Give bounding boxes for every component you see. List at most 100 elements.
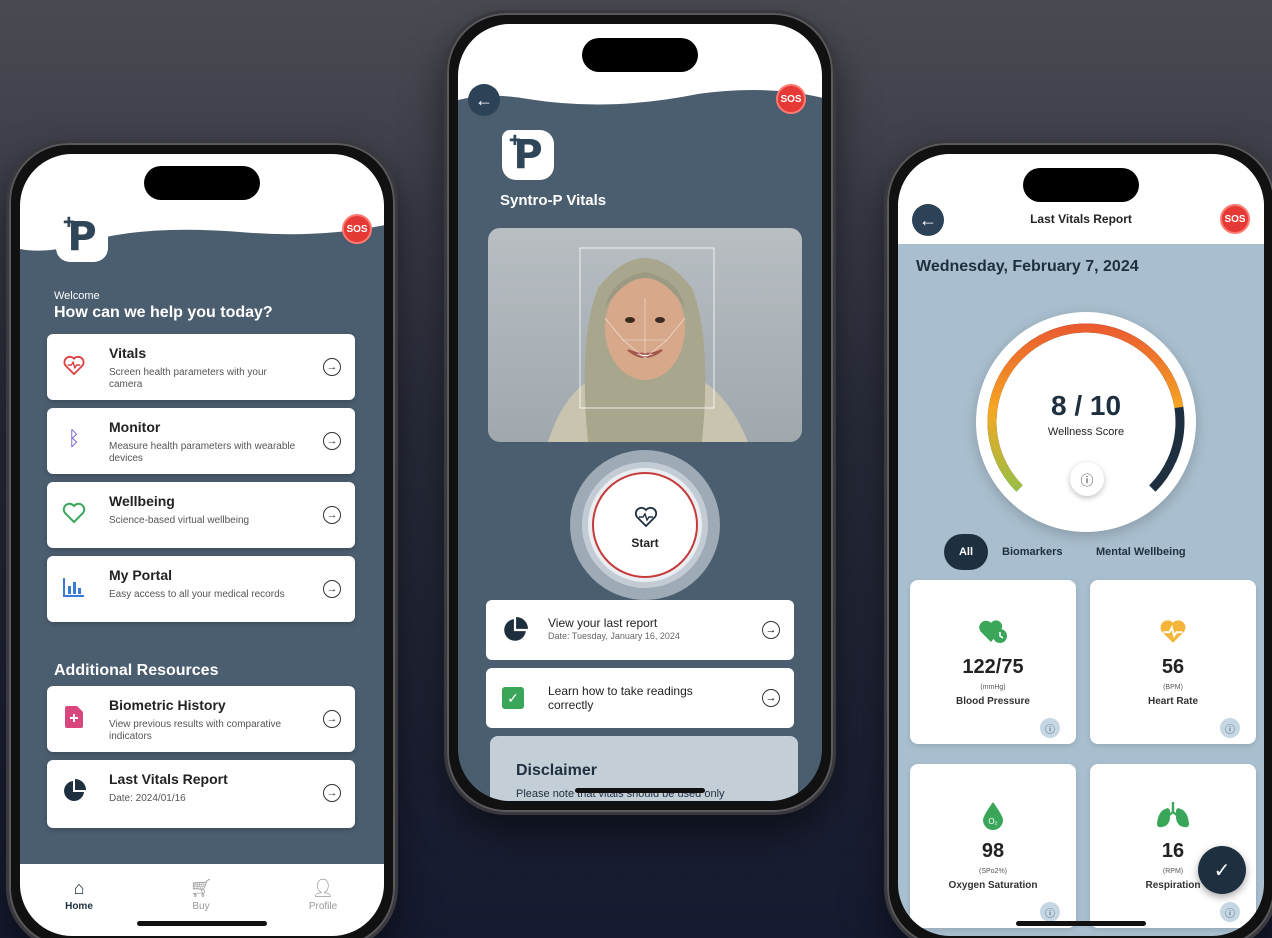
dynamic-island [582, 38, 698, 72]
arrow-right-icon[interactable]: → [323, 580, 341, 598]
info-icon[interactable]: ⓘ [1220, 902, 1240, 922]
arrow-right-icon[interactable]: → [323, 432, 341, 450]
phone-home: SOS ✚ P Welcome How can we help you today… [6, 140, 398, 938]
score-value: 8 / 10 [1050, 390, 1122, 421]
droplet-icon: O₂ [910, 802, 1076, 837]
heart-pulse-icon [1090, 618, 1256, 651]
phone-report: ← Last Vitals Report SOS Wednesday, Febr… [884, 140, 1272, 938]
card-desc: Easy access to all your medical records [109, 589, 285, 600]
card-title: View your last report [548, 616, 658, 630]
cart-icon: 🛒︎ [189, 878, 213, 898]
arrow-right-icon[interactable]: → [762, 689, 780, 707]
phone-vitals: ← SOS ✚ P Syntro-P Vitals Start View you… [444, 10, 836, 815]
card-title: Biometric History [109, 697, 226, 713]
start-button[interactable]: Start [592, 472, 698, 578]
card-title: Monitor [109, 419, 161, 435]
document-plus-icon [61, 704, 87, 730]
card-title: Learn how to take readings correctly [548, 684, 693, 712]
card-desc: Date: Tuesday, January 16, 2024 [548, 631, 680, 641]
tile-value: 98 [981, 840, 1005, 862]
wellbeing-card[interactable]: Wellbeing Science-based virtual wellbein… [47, 482, 355, 548]
svg-text:O₂: O₂ [988, 817, 997, 826]
my-portal-card[interactable]: My Portal Easy access to all your medica… [47, 556, 355, 622]
heart-pulse-icon [634, 506, 658, 533]
report-date: Wednesday, February 7, 2024 [916, 258, 1139, 275]
home-indicator [137, 921, 267, 926]
card-title: My Portal [109, 567, 173, 583]
welcome-text: Welcome [54, 290, 100, 302]
checkbox-icon: ✓ [502, 687, 524, 709]
gauge-track [987, 323, 1185, 521]
card-title: Last Vitals Report [109, 771, 228, 787]
home-indicator [575, 788, 705, 793]
card-desc: View previous results with comparative i… [109, 719, 282, 742]
header-title: Last Vitals Report [1030, 212, 1132, 226]
pie-chart-icon [61, 778, 87, 804]
tab-biomarkers[interactable]: Biomarkers [1002, 546, 1063, 558]
tab-mental-wellbeing[interactable]: Mental Wellbeing [1096, 546, 1186, 558]
heart-rate-tile[interactable]: 56 (BPM) Heart Rate ⓘ [1090, 580, 1256, 744]
last-report-card[interactable]: View your last report Date: Tuesday, Jan… [486, 600, 794, 660]
face-photo [548, 247, 748, 442]
person-icon: 👤︎ [311, 878, 335, 898]
card-desc: Date: 2024/01/16 [109, 793, 186, 804]
dynamic-island [1023, 168, 1139, 202]
info-icon[interactable]: ⓘ [1220, 718, 1240, 738]
vitals-screen: ← SOS ✚ P Syntro-P Vitals Start View you… [458, 24, 822, 801]
info-icon[interactable]: ⓘ [1070, 462, 1104, 496]
nav-profile[interactable]: 👤︎ Profile [288, 878, 358, 912]
home-icon: ⌂ [73, 878, 85, 898]
app-name: Syntro-P Vitals [500, 192, 607, 209]
app-logo: ✚ P [56, 212, 108, 262]
start-ring-outer: Start [570, 450, 720, 600]
arrow-right-icon[interactable]: → [323, 358, 341, 376]
respiration-tile[interactable]: 16 (RPM) Respiration ⓘ [1090, 764, 1256, 928]
report-screen: ← Last Vitals Report SOS Wednesday, Febr… [898, 154, 1264, 936]
tab-all[interactable]: All [944, 534, 988, 570]
tile-label: Oxygen Saturation [948, 880, 1038, 891]
nav-buy[interactable]: 🛒︎ Buy [166, 878, 236, 912]
vitals-card[interactable]: Vitals Screen health parameters with you… [47, 334, 355, 400]
card-desc: Measure health parameters with wearable … [109, 441, 296, 464]
score-label: Wellness Score [1047, 426, 1125, 438]
biometric-history-card[interactable]: Biometric History View previous results … [47, 686, 355, 752]
sos-button[interactable]: SOS [776, 84, 806, 114]
learn-readings-card[interactable]: ✓ Learn how to take readings correctly → [486, 668, 794, 728]
arrow-right-icon[interactable]: → [323, 784, 341, 802]
tile-value: 56 [1161, 656, 1185, 678]
gauge-fill [987, 323, 1185, 521]
tile-unit: (BPM) [1163, 684, 1183, 691]
oxygen-saturation-tile[interactable]: O₂ 98 (SPo2%) Oxygen Saturation ⓘ [910, 764, 1076, 928]
lungs-icon [1090, 802, 1256, 835]
back-button[interactable]: ← [912, 204, 944, 236]
home-indicator [1016, 921, 1146, 926]
card-title: Vitals [109, 345, 147, 361]
info-icon[interactable]: ⓘ [1040, 902, 1060, 922]
disclaimer-title: Disclaimer [516, 762, 597, 779]
fab-check-button[interactable]: ✓ [1198, 846, 1246, 894]
arrow-right-icon[interactable]: → [762, 621, 780, 639]
card-title: Wellbeing [109, 493, 175, 509]
monitor-card[interactable]: ᛒ Monitor Measure health parameters with… [47, 408, 355, 474]
heart-pulse-icon [61, 352, 87, 378]
arrow-right-icon[interactable]: → [323, 506, 341, 524]
camera-preview [488, 228, 802, 442]
arrow-right-icon[interactable]: → [323, 710, 341, 728]
sos-button[interactable]: SOS [342, 214, 372, 244]
start-label: Start [631, 536, 659, 550]
last-vitals-card[interactable]: Last Vitals Report Date: 2024/01/16 → [47, 760, 355, 828]
heart-outline-icon [61, 500, 87, 526]
card-desc: Screen health parameters with your camer… [109, 367, 267, 390]
back-button[interactable]: ← [468, 84, 500, 116]
sos-button[interactable]: SOS [1220, 204, 1250, 234]
bar-chart-icon [61, 574, 87, 600]
dynamic-island [144, 166, 260, 200]
tile-label: Heart Rate [1147, 696, 1199, 707]
nav-home[interactable]: ⌂ Home [44, 878, 114, 912]
tile-unit: (SPo2%) [978, 868, 1007, 875]
blood-pressure-tile[interactable]: 122/75 (mmHg) Blood Pressure ⓘ [910, 580, 1076, 744]
page-heading: How can we help you today? [54, 304, 273, 321]
home-screen: SOS ✚ P Welcome How can we help you today… [20, 154, 384, 936]
pie-chart-icon [502, 617, 528, 648]
info-icon[interactable]: ⓘ [1040, 718, 1060, 738]
